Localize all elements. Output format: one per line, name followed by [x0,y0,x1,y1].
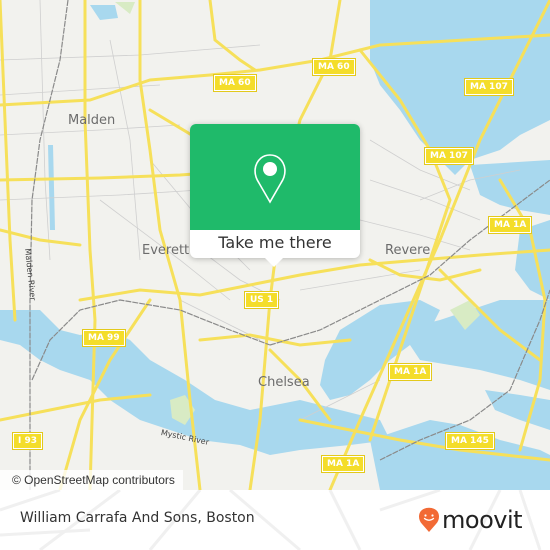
route-shield-ma60: MA 60 [213,74,257,92]
route-shield-ma107: MA 107 [424,147,474,165]
route-shield-ma99: MA 99 [82,329,126,347]
place-label-revere: Revere [385,243,431,258]
route-shield-i93: I 93 [11,432,44,450]
place-label-chelsea: Chelsea [258,375,310,390]
route-shield-ma1a: MA 1A [320,455,366,473]
location-title: William Carrafa And Sons, Boston [20,510,255,526]
map-attribution[interactable]: © OpenStreetMap contributors [0,470,183,490]
moovit-wordmark: moovit [442,506,523,534]
place-label-malden: Malden [68,113,116,128]
route-shield-ma1a: MA 1A [387,363,433,381]
location-popup: Take me there [190,124,360,267]
route-shield-ma1a: MA 1A [487,216,533,234]
popup-header [190,124,360,230]
route-shield-ma145: MA 145 [445,432,495,450]
moovit-logo[interactable]: moovit [418,505,523,535]
take-me-there-button[interactable]: Take me there [190,230,360,258]
map-pin-icon [254,154,286,204]
moovit-pin-icon [419,507,439,532]
place-label-everett: Everett [142,243,190,258]
popup-pointer [265,258,283,267]
route-shield-us1: US 1 [243,291,280,309]
route-shield-ma60: MA 60 [312,58,356,76]
route-shield-ma107: MA 107 [464,78,514,96]
